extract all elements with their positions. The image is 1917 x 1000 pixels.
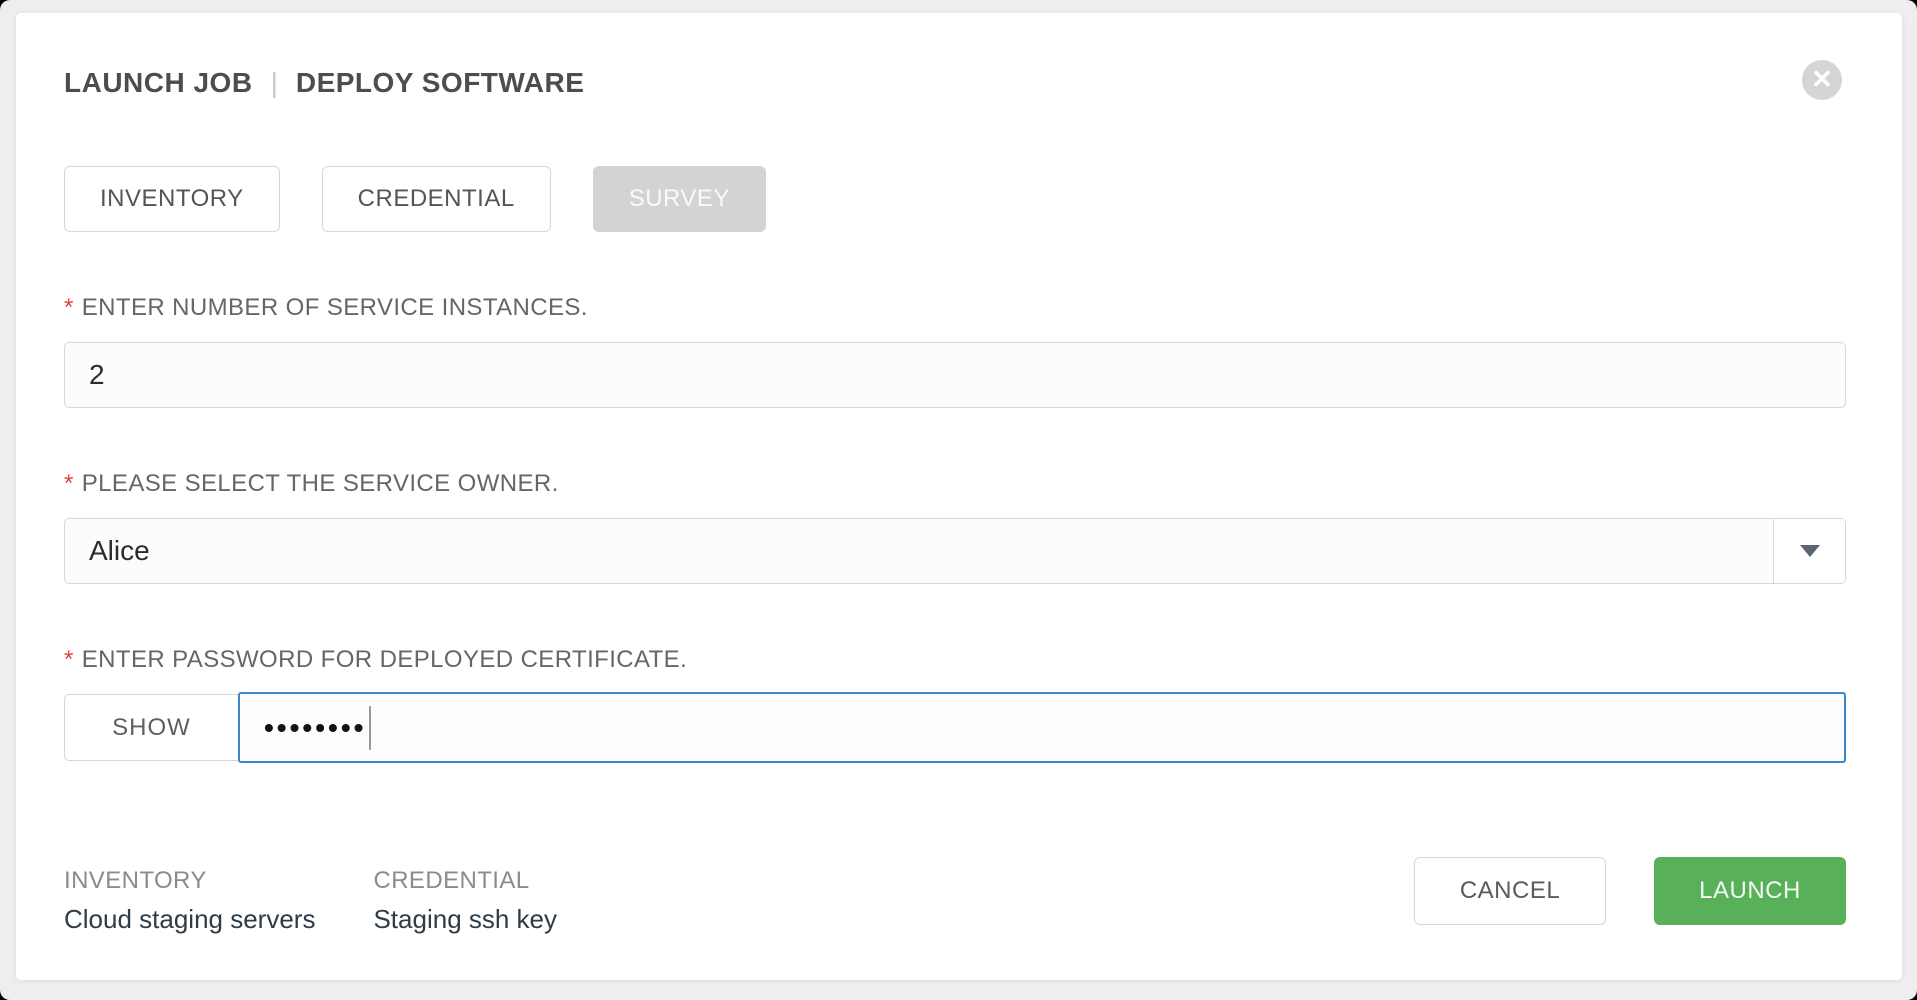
close-icon: ✕ xyxy=(1811,66,1833,92)
modal-header: LAUNCH JOB | DEPLOY SOFTWARE ✕ xyxy=(64,68,1846,98)
password-input-group: SHOW •••••••• xyxy=(64,692,1846,763)
field-label-text: PLEASE SELECT THE SERVICE OWNER. xyxy=(82,470,559,497)
field-label-text: ENTER PASSWORD FOR DEPLOYED CERTIFICATE. xyxy=(82,646,687,673)
launch-job-modal: LAUNCH JOB | DEPLOY SOFTWARE ✕ INVENTORY… xyxy=(16,13,1902,980)
chevron-down-icon xyxy=(1800,545,1820,557)
summary-inventory: INVENTORY Cloud staging servers xyxy=(64,867,315,935)
launch-button-label: LAUNCH xyxy=(1699,877,1801,905)
service-instances-input[interactable] xyxy=(64,342,1846,408)
modal-title-secondary: DEPLOY SOFTWARE xyxy=(296,68,585,98)
required-asterisk: * xyxy=(64,294,74,321)
tab-survey-label: SURVEY xyxy=(629,185,730,213)
tab-survey[interactable]: SURVEY xyxy=(593,166,766,232)
tab-credential-label: CREDENTIAL xyxy=(358,185,515,213)
field-label-certificate-password: * ENTER PASSWORD FOR DEPLOYED CERTIFICATE… xyxy=(64,646,1846,674)
tab-credential[interactable]: CREDENTIAL xyxy=(322,166,551,232)
page-background: LAUNCH JOB | DEPLOY SOFTWARE ✕ INVENTORY… xyxy=(0,0,1917,1000)
required-asterisk: * xyxy=(64,470,74,497)
close-button[interactable]: ✕ xyxy=(1802,60,1842,100)
summary-credential-value: Staging ssh key xyxy=(373,904,557,935)
field-label-service-owner: * PLEASE SELECT THE SERVICE OWNER. xyxy=(64,470,1846,498)
field-label-text: ENTER NUMBER OF SERVICE INSTANCES. xyxy=(82,294,588,321)
summary-inventory-label: INVENTORY xyxy=(64,867,315,895)
show-password-button[interactable]: SHOW xyxy=(64,694,238,761)
required-asterisk: * xyxy=(64,646,74,673)
certificate-password-input[interactable]: •••••••• xyxy=(238,692,1846,763)
selection-summary: INVENTORY Cloud staging servers CREDENTI… xyxy=(64,867,557,935)
service-owner-select[interactable]: Alice xyxy=(64,518,1846,584)
select-dropdown-button[interactable] xyxy=(1773,519,1845,583)
service-owner-selected-value: Alice xyxy=(65,519,1773,583)
summary-inventory-value: Cloud staging servers xyxy=(64,904,315,935)
title-separator: | xyxy=(271,68,278,98)
modal-footer: INVENTORY Cloud staging servers CREDENTI… xyxy=(64,857,1846,935)
summary-credential-label: CREDENTIAL xyxy=(373,867,557,895)
modal-title-primary: LAUNCH JOB xyxy=(64,68,253,98)
tab-inventory-label: INVENTORY xyxy=(100,185,244,213)
launch-step-tabs: INVENTORY CREDENTIAL SURVEY xyxy=(64,166,1846,232)
launch-button[interactable]: LAUNCH xyxy=(1654,857,1846,925)
footer-buttons: CANCEL LAUNCH xyxy=(1414,857,1846,925)
masked-password-value: •••••••• xyxy=(264,714,366,742)
tab-inventory[interactable]: INVENTORY xyxy=(64,166,280,232)
cancel-button-label: CANCEL xyxy=(1460,877,1560,905)
text-cursor xyxy=(369,706,371,750)
summary-credential: CREDENTIAL Staging ssh key xyxy=(373,867,557,935)
show-password-label: SHOW xyxy=(112,714,191,742)
field-label-service-instances: * ENTER NUMBER OF SERVICE INSTANCES. xyxy=(64,294,1846,322)
cancel-button[interactable]: CANCEL xyxy=(1414,857,1606,925)
